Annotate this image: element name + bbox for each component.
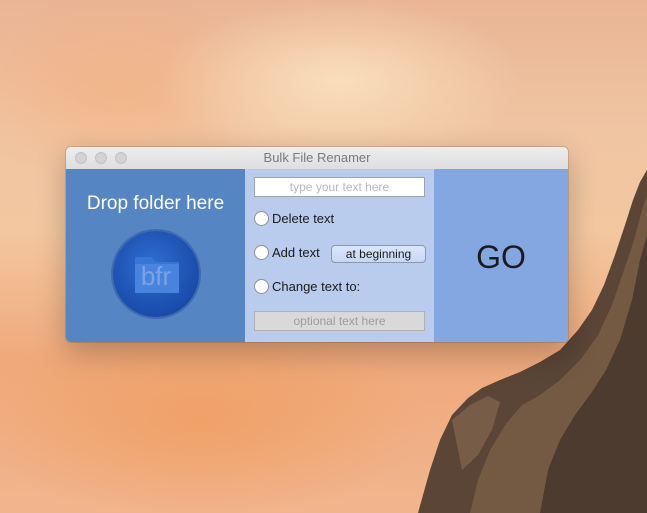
options-panel: Delete text Add text at beginning Change… [245,169,434,342]
app-window: Bulk File Renamer Drop folder here bfr D… [66,147,568,342]
delete-text-label: Delete text [272,211,335,226]
add-text-radio[interactable] [254,245,269,260]
window-title: Bulk File Renamer [263,150,371,165]
search-text-input[interactable] [254,177,425,197]
title-bar[interactable]: Bulk File Renamer [66,147,568,170]
add-text-label: Add text [272,245,320,260]
drop-zone[interactable]: Drop folder here bfr [66,169,245,342]
app-logo: bfr [113,231,199,317]
go-button[interactable]: GO [434,169,568,342]
delete-text-radio[interactable] [254,211,269,226]
go-label: GO [476,239,526,275]
change-text-radio[interactable] [254,279,269,294]
drop-zone-label: Drop folder here [86,193,225,214]
add-position-popup[interactable]: at beginning [331,245,426,263]
change-text-label: Change text to: [272,279,361,294]
logo-text: bfr [140,261,172,291]
window-content: Drop folder here bfr Delete text Add tex… [66,169,568,342]
replacement-text-input[interactable] [254,311,425,331]
